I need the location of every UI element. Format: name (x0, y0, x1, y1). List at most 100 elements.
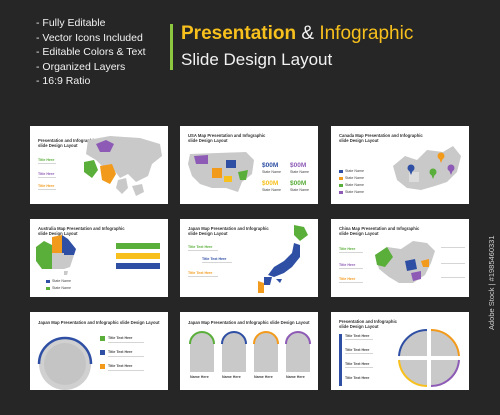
slide-label: Title Text Here (108, 350, 133, 354)
slide-label: Title Text Here (108, 364, 133, 368)
feature-item: - 16:9 Ratio (36, 75, 91, 88)
legend-swatch (339, 177, 343, 180)
stat-label: State Name (290, 170, 309, 174)
stat-value: $00M (262, 180, 279, 187)
slide-label: Title Here (38, 172, 55, 176)
australia-map (36, 235, 76, 275)
divider (188, 276, 218, 277)
petal-graphic (398, 328, 460, 388)
divider (441, 277, 465, 278)
canada-map (393, 146, 461, 190)
divider (339, 268, 363, 269)
legend-label: State Name (345, 190, 364, 194)
accent-bar (170, 24, 173, 70)
stat-value: $00M (290, 180, 307, 187)
divider (188, 250, 218, 251)
feature-item: - Editable Colors & Text (36, 46, 146, 59)
legend-label: State Name (345, 169, 364, 173)
hero-title: Presentation & Infographic (181, 23, 413, 45)
circle-graphic (37, 336, 93, 390)
hero-title-part1: Presentation (181, 23, 297, 44)
feature-list: - Fully Editable - Vector Icons Included… (36, 16, 146, 89)
divider (339, 252, 363, 253)
slide-thumbnail-japan-map[interactable]: Japan Map Presentation and Infographic sl… (180, 219, 318, 297)
slide-label: Title Here (38, 158, 55, 162)
china-map (375, 241, 435, 283)
bullet (100, 364, 105, 369)
card-name: Name Here (190, 375, 209, 379)
usa-map (188, 152, 254, 192)
divider (345, 353, 373, 354)
japan-map (258, 225, 308, 293)
card-name: Name Here (222, 375, 241, 379)
slide-label: Title Text Here (202, 257, 227, 261)
stat-label: State Name (262, 170, 281, 174)
hero-title-part2: Infographic (319, 23, 414, 44)
feature-item: - Organized Layers (36, 60, 126, 73)
stock-id-label: Adobe Stock | #1985460331 (487, 235, 496, 330)
slide-title: Japan Map Presentation and Infographic s… (38, 320, 160, 325)
slide-title: Presentation and Infographic slide Design… (339, 319, 397, 330)
hero-title-amp: & (296, 23, 320, 44)
slide-title: Japan Map Presentation and Infographic s… (188, 320, 310, 325)
divider (108, 356, 144, 357)
accent-bar (339, 334, 342, 386)
slide-label: Title Text Here (345, 376, 370, 380)
legend-swatch (46, 280, 50, 283)
legend-swatch (339, 170, 343, 173)
divider (38, 163, 56, 164)
divider (441, 247, 465, 248)
asia-map (84, 136, 162, 196)
legend-label: State Name (52, 286, 71, 290)
stat-label: State Name (262, 188, 281, 192)
slide-label: Title Text Here (345, 334, 370, 338)
legend-swatch (46, 287, 50, 290)
arch-cards (189, 331, 311, 372)
divider (108, 342, 144, 343)
hero-subtitle: Slide Design Layout (181, 50, 333, 69)
slide-thumbnail-china-map[interactable]: China Map Presentation and Infographic sl… (331, 219, 469, 297)
feature-item: - Fully Editable (36, 17, 106, 29)
text-bar (116, 253, 160, 259)
slide-thumbnail-canada-map[interactable]: Canada Map Presentation and Infographic s… (331, 126, 469, 204)
slide-thumbnail-circle-infographic[interactable]: Japan Map Presentation and Infographic s… (30, 312, 168, 390)
slide-label: Title Text Here (345, 348, 370, 352)
slide-label: Title Text Here (188, 245, 213, 249)
legend-label: State Name (345, 183, 364, 187)
card-name: Name Here (254, 375, 273, 379)
legend-label: State Name (52, 279, 71, 283)
slide-thumbnail-usa-map[interactable]: USA Map Presentation and Infographic slid… (180, 126, 318, 204)
slide-thumbnail-world-map[interactable]: Presentation and Infographic slide Design… (30, 126, 168, 204)
stat-label: State Name (290, 188, 309, 192)
divider (441, 263, 465, 264)
slide-label: Title Text Here (108, 336, 133, 340)
slide-label: Title Here (339, 263, 356, 267)
feature-item: - Vector Icons Included (36, 31, 143, 44)
legend-swatch (339, 184, 343, 187)
divider (38, 189, 56, 190)
slide-label: Title Here (339, 277, 356, 281)
text-bar (116, 243, 160, 249)
slide-label: Title Here (38, 184, 55, 188)
text-bar (116, 263, 160, 269)
slide-thumbnail-team-cards[interactable]: Japan Map Presentation and Infographic s… (180, 312, 318, 390)
slide-title: USA Map Presentation and Infographic slid… (188, 133, 266, 144)
bullet (100, 350, 105, 355)
divider (339, 282, 363, 283)
slide-thumbnail-petal-layout[interactable]: Presentation and Infographic slide Design… (331, 312, 469, 390)
slide-thumbnail-australia-map[interactable]: Australia Map Presentation and Infograph… (30, 219, 168, 297)
stat-value: $00M (262, 162, 279, 169)
legend-label: State Name (345, 176, 364, 180)
divider (202, 262, 232, 263)
bullet (100, 336, 105, 341)
divider (38, 177, 56, 178)
divider (108, 370, 144, 371)
slide-label: Title Text Here (188, 271, 213, 275)
slide-label: Title Here (339, 247, 356, 251)
divider (345, 367, 373, 368)
legend-swatch (339, 191, 343, 194)
divider (345, 339, 373, 340)
card-name: Name Here (286, 375, 305, 379)
stat-value: $00M (290, 162, 307, 169)
slide-label: Title Text Here (345, 362, 370, 366)
